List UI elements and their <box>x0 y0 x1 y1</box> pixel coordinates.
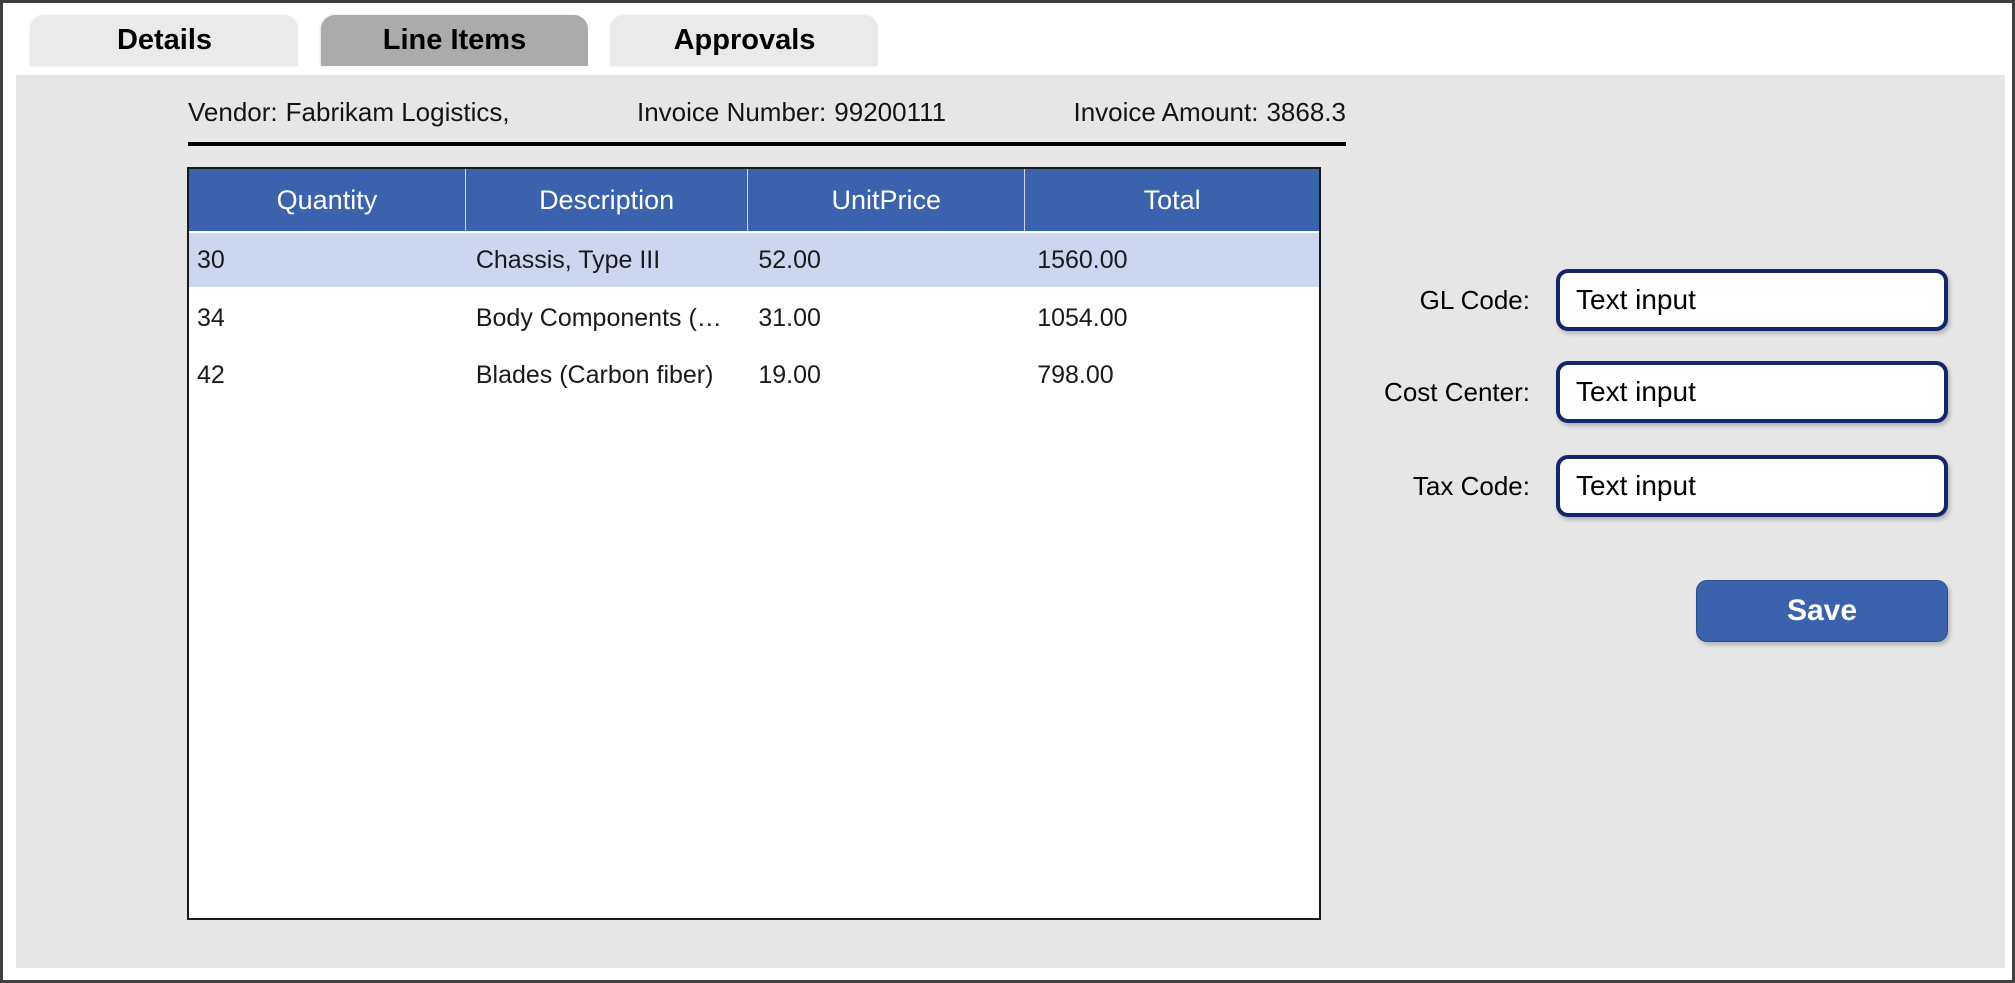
column-header-description: Description <box>466 169 749 231</box>
vendor-value: Fabrikam Logistics, <box>285 97 510 127</box>
gl-code-input[interactable] <box>1556 269 1948 331</box>
tab-approvals[interactable]: Approvals <box>611 15 878 66</box>
invoice-number: Invoice Number: 99200111 <box>637 97 946 128</box>
cell-quantity: 34 <box>197 304 225 332</box>
cell-total: 798.00 <box>1037 361 1114 389</box>
save-button[interactable]: Save <box>1696 580 1948 642</box>
cell-description: Chassis, Type III <box>475 245 661 274</box>
cell-quantity: 30 <box>197 245 225 274</box>
cost-center-label: Cost Center: <box>1384 376 1530 407</box>
tax-code-field-row: Tax Code: <box>1330 455 1948 517</box>
line-items-panel: Vendor: Fabrikam Logistics, Invoice Numbe… <box>16 75 2005 968</box>
line-items-table: Quantity Description UnitPrice Total 30 C… <box>187 167 1321 920</box>
cell-description: Blades (Carbon fiber) <box>475 361 714 389</box>
tax-code-input[interactable] <box>1556 455 1948 517</box>
table-row[interactable]: 42 Blades (Carbon fiber) 19.00 798.00 <box>189 347 1319 404</box>
cost-center-field-row: Cost Center: <box>1330 361 1948 423</box>
invoice-amount-label: Invoice Amount: <box>1073 97 1259 127</box>
column-header-unitprice: UnitPrice <box>748 169 1026 231</box>
invoice-amount-value: 3868.3 <box>1266 97 1346 127</box>
invoice-vendor: Vendor: Fabrikam Logistics, <box>188 97 510 128</box>
table-row[interactable]: 34 Body Components (… 31.00 1054.00 <box>189 290 1319 347</box>
tab-details[interactable]: Details <box>31 15 298 66</box>
app-window: Details Line Items Approvals Vendor: Fabr… <box>0 0 2015 983</box>
cell-total: 1054.00 <box>1037 304 1128 332</box>
vendor-label: Vendor: <box>188 97 278 127</box>
table-header-row: Quantity Description UnitPrice Total <box>189 169 1319 233</box>
cost-center-input[interactable] <box>1556 361 1948 423</box>
invoice-number-label: Invoice Number: <box>636 97 827 127</box>
tab-strip: Details Line Items Approvals <box>31 15 878 66</box>
column-header-quantity: Quantity <box>189 169 466 231</box>
invoice-amount: Invoice Amount: 3868.3 <box>1073 97 1346 128</box>
cell-unit_price: 52.00 <box>758 245 821 274</box>
table-row[interactable]: 30 Chassis, Type III 52.00 1560.00 <box>189 233 1319 290</box>
table-body: 30 Chassis, Type III 52.00 1560.00 34 Body Co… <box>189 233 1319 918</box>
invoice-number-value: 99200111 <box>834 97 947 127</box>
invoice-summary-header: Vendor: Fabrikam Logistics, Invoice Numbe… <box>188 97 1346 146</box>
gl-code-label: GL Code: <box>1419 284 1530 315</box>
cell-unit_price: 19.00 <box>758 361 821 389</box>
cell-total: 1560.00 <box>1037 245 1128 274</box>
gl-code-field-row: GL Code: <box>1330 269 1948 331</box>
column-header-total: Total <box>1143 184 1201 215</box>
tax-code-label: Tax Code: <box>1412 470 1530 501</box>
cell-unit_price: 31.00 <box>758 304 821 332</box>
tab-line-items[interactable]: Line Items <box>321 15 588 66</box>
cell-description: Body Components (… <box>475 304 722 332</box>
cell-quantity: 42 <box>197 361 225 389</box>
